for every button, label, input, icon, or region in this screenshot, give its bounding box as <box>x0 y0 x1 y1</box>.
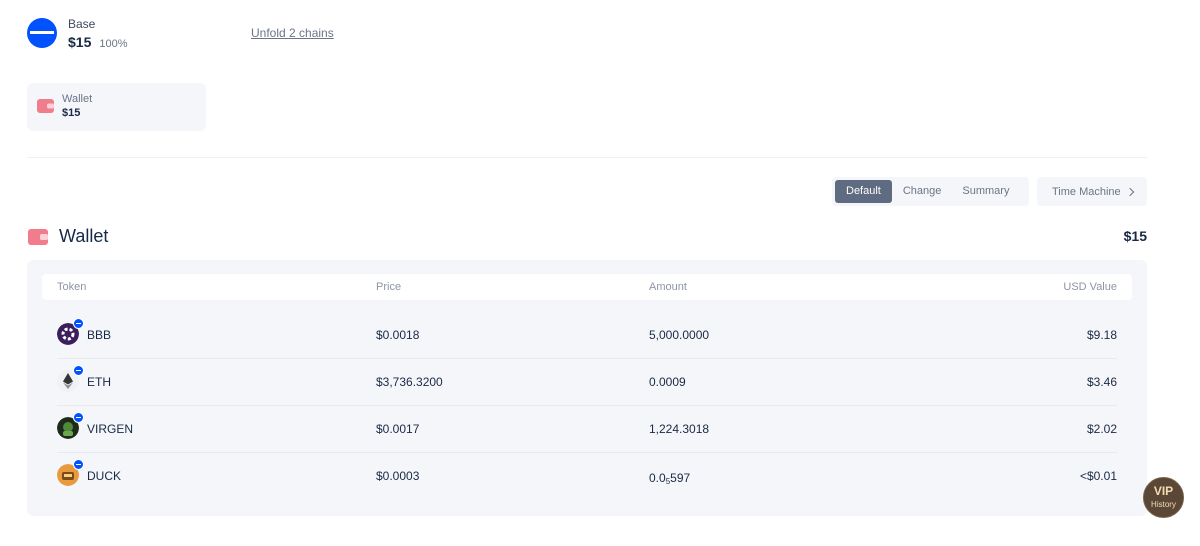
wallet-card-label: Wallet <box>62 93 93 105</box>
token-usd-value: $9.18 <box>1086 328 1117 342</box>
chain-name: Base <box>68 17 96 31</box>
header-usd-value: USD Value <box>1063 281 1117 293</box>
wallet-icon <box>28 229 48 245</box>
wallet-section-header: Wallet $15 <box>27 226 1147 248</box>
tab-summary[interactable]: Summary <box>962 180 1009 203</box>
history-label: History <box>1151 500 1176 509</box>
table-header: Token Price Amount USD Value <box>42 274 1132 300</box>
chain-amount: $15 <box>68 34 92 50</box>
vip-history-button[interactable]: VIP History <box>1143 477 1184 518</box>
section-title: Wallet <box>59 226 109 246</box>
token-amount: 1,224.3018 <box>649 422 710 436</box>
chain-percent: 100% <box>99 38 128 50</box>
table-row[interactable]: DUCK $0.0003 0.05597 <$0.01 <box>42 452 1132 499</box>
header-token: Token <box>57 281 87 293</box>
section-total: $15 <box>1123 228 1147 244</box>
base-chain-logo-icon <box>27 18 57 48</box>
token-name: VIRGEN <box>87 422 134 436</box>
divider <box>27 157 1147 158</box>
base-chain-badge-icon <box>73 318 84 329</box>
unfold-chains-link[interactable]: Unfold 2 chains <box>251 26 334 40</box>
token-usd-value: $2.02 <box>1086 422 1117 436</box>
row-divider <box>57 405 1117 406</box>
tab-default[interactable]: Default <box>835 180 892 203</box>
base-chain-badge-icon <box>73 365 84 376</box>
base-chain-badge-icon <box>73 412 84 423</box>
token-price: $0.0003 <box>376 469 420 483</box>
time-machine-button[interactable]: Time Machine <box>1037 177 1147 206</box>
chain-summary: Base $15 100% <box>27 17 128 50</box>
time-machine-label: Time Machine <box>1052 185 1121 198</box>
token-name: BBB <box>87 328 112 342</box>
token-name: ETH <box>87 375 111 389</box>
wallet-card-amount: $15 <box>62 107 81 119</box>
vip-label: VIP <box>1153 484 1174 498</box>
table-row[interactable]: ETH $3,736.3200 0.0009 $3.46 <box>42 358 1132 405</box>
token-usd-value: $3.46 <box>1086 375 1117 389</box>
header-price: Price <box>376 281 402 293</box>
token-price: $3,736.3200 <box>376 375 443 389</box>
wallet-icon <box>37 99 54 113</box>
row-divider <box>57 452 1117 453</box>
table-row[interactable]: VIRGEN $0.0017 1,224.3018 $2.02 <box>42 405 1132 452</box>
token-price: $0.0017 <box>376 422 420 436</box>
token-price: $0.0018 <box>376 328 420 342</box>
header-amount: Amount <box>649 281 687 293</box>
token-table: Token Price Amount USD Value BBB $0.0018… <box>27 260 1147 516</box>
base-chain-badge-icon <box>73 459 84 470</box>
table-row[interactable]: BBB $0.0018 5,000.0000 $9.18 <box>42 311 1132 358</box>
token-amount: 5,000.0000 <box>649 328 710 342</box>
token-usd-value: <$0.01 <box>1079 469 1117 483</box>
view-tabs: Default Change Summary <box>832 177 1029 206</box>
token-name: DUCK <box>87 469 122 483</box>
token-amount: 0.0009 <box>649 375 686 389</box>
row-divider <box>57 358 1117 359</box>
tab-change[interactable]: Change <box>903 180 942 203</box>
token-amount: 0.05597 <box>649 471 691 486</box>
chevron-right-icon <box>1125 187 1134 196</box>
wallet-card[interactable]: Wallet $15 <box>27 83 206 131</box>
